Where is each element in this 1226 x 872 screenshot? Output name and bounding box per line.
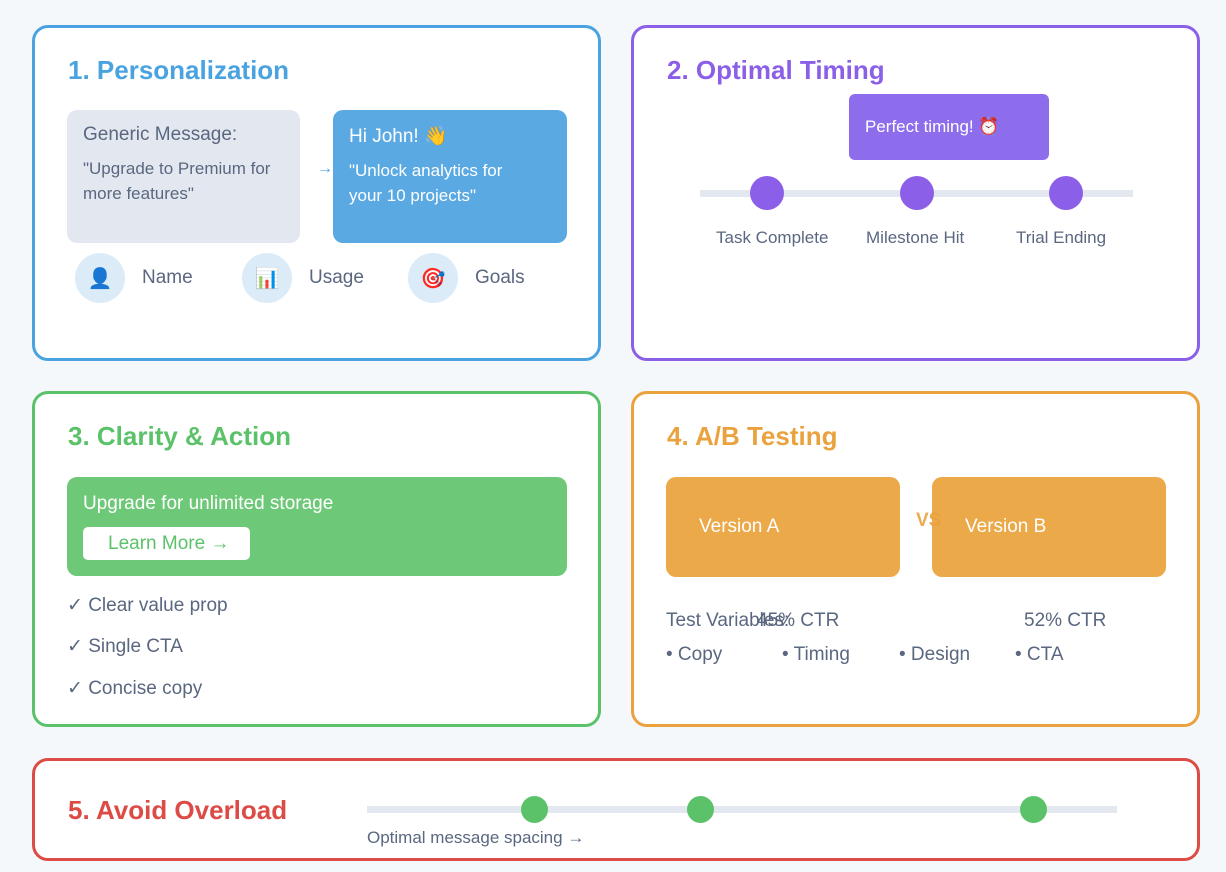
learn-more-button[interactable]: Learn More → [83,527,250,560]
message-dot [687,796,714,823]
ctr-a: 45% CTR [757,610,840,631]
event-label: Trial Ending [1016,228,1107,247]
spacing-caption: Optimal message spacing → [367,828,585,847]
timeline-dot [1049,176,1083,210]
factor-goals: 🎯 Goals [408,253,525,303]
clarity-title: 3. Clarity & Action [68,421,291,451]
personalization-card: 1. Personalization Generic Message: "Upg… [32,25,601,361]
generic-label: Generic Message: [83,124,238,145]
arrow-icon: → [317,160,333,177]
version-a-box: Version A [666,477,900,577]
factor-usage: 📊 Usage [242,253,364,303]
personalization-title: 1. Personalization [68,55,290,85]
version-b-box: Version B [932,477,1166,577]
event-label: Milestone Hit [866,228,965,247]
variable-item: • CTA [1015,644,1064,665]
cta-banner: Upgrade for unlimited storage Learn More… [67,477,567,576]
timeline-dot [900,176,934,210]
variable-item: • Copy [666,644,723,665]
personal-text: "Unlock analytics for your 10 projects" [349,161,503,205]
spacing-bar [367,806,1117,813]
target-icon: 🎯 [408,253,458,303]
personalized-message-box: Hi John! 👋 "Unlock analytics for your 10… [333,110,567,243]
clarity-card: 3. Clarity & Action Upgrade for unlimite… [32,391,601,727]
checklist-item: ✓ Concise copy [67,678,203,699]
variable-item: • Timing [782,644,850,665]
generic-message-box: Generic Message: "Upgrade to Premium for… [67,110,300,243]
ab-testing-card: 4. A/B Testing Version A Version B VS Te… [631,391,1200,727]
timing-callout: Perfect timing! ⏰ [849,94,1049,160]
event-label: Task Complete [716,228,829,247]
ab-title: 4. A/B Testing [667,421,838,451]
ctr-b: 52% CTR [1024,610,1107,631]
user-icon: 👤 [75,253,125,303]
timing-title: 2. Optimal Timing [667,55,885,85]
variable-item: • Design [899,644,971,665]
timing-card: 2. Optimal Timing Perfect timing! ⏰ Task… [631,25,1200,361]
factor-name: 👤 Name [75,253,193,303]
banner-text: Upgrade for unlimited storage [83,493,334,514]
personal-greeting: Hi John! 👋 [349,126,448,147]
bar-chart-icon: 📊 [242,253,292,303]
overload-card: 5. Avoid Overload Optimal message spacin… [32,758,1200,861]
overload-title: 5. Avoid Overload [68,795,288,825]
factor-label: Usage [309,267,364,288]
checklist-item: ✓ Single CTA [67,636,183,657]
factor-label: Name [142,267,193,288]
message-dot [1020,796,1047,823]
timeline-dot [750,176,784,210]
vs-label: VS [916,510,942,531]
generic-text: "Upgrade to Premium for more features" [83,159,271,203]
message-dot [521,796,548,823]
checklist-item: ✓ Clear value prop [67,595,228,616]
factor-label: Goals [475,267,525,288]
